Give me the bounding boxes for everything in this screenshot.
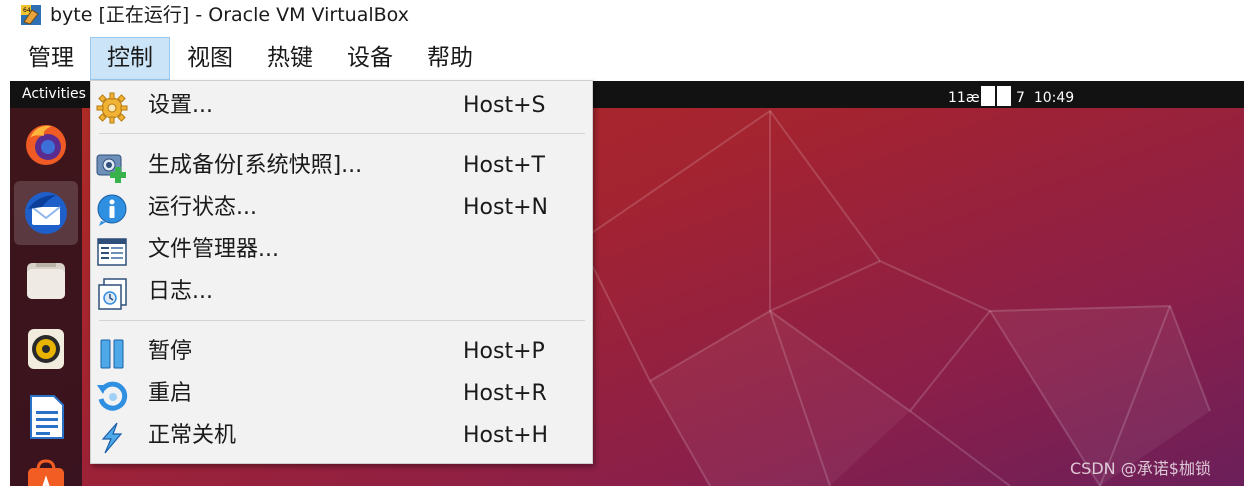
watermark-text: CSDN @承诺$枷锁	[1070, 459, 1211, 478]
menu-separator	[99, 133, 585, 134]
clock-prefix: 11æ	[948, 90, 980, 106]
thunderbird-icon[interactable]	[22, 189, 70, 237]
clock-day: 7	[1016, 90, 1025, 106]
menu-item-shortcut: Host+T	[463, 153, 545, 178]
window-titlebar: 64 byte [正在运行] - Oracle VM VirtualBox	[0, 0, 1244, 32]
menu-item-label: 重启	[148, 381, 193, 406]
missing-glyph-box	[996, 86, 1011, 106]
menu-item-pause[interactable]: 暂停 Host+P	[91, 332, 592, 374]
menu-item-label: 文件管理器...	[148, 237, 279, 262]
menu-item-take-snapshot[interactable]: 生成备份[系统快照]... Host+T	[91, 146, 592, 188]
log-icon	[98, 278, 127, 310]
menu-item-label: 生成备份[系统快照]...	[148, 153, 363, 178]
menu-item-file-manager[interactable]: 文件管理器...	[91, 230, 592, 272]
power-off-icon	[101, 422, 123, 454]
clock-time: 10:49	[1033, 90, 1075, 106]
menu-devices[interactable]: 设备	[335, 37, 405, 80]
menu-bar: 管理 控制 视图 热键 设备 帮助	[10, 37, 1244, 81]
menu-manage[interactable]: 管理	[16, 37, 86, 80]
reset-icon	[97, 381, 128, 411]
menu-help[interactable]: 帮助	[415, 37, 485, 80]
virtualbox-icon: 64	[21, 5, 41, 25]
gear-icon	[96, 92, 128, 124]
clock[interactable]: 11æ 7 10:49	[948, 86, 1074, 107]
menu-item-shortcut: Host+H	[463, 423, 549, 448]
menu-item-settings[interactable]: 设置... Host+S	[91, 86, 592, 128]
ubuntu-dock	[10, 108, 82, 486]
info-icon	[97, 194, 127, 226]
menu-item-shortcut: Host+S	[463, 93, 546, 118]
menu-item-shortcut: Host+R	[463, 381, 547, 406]
menu-item-label: 运行状态...	[148, 195, 257, 220]
menu-hotkeys[interactable]: 热键	[255, 37, 325, 80]
control-dropdown-menu: 设置... Host+S 生成备份[系统快照]... Host+T 运行状态..…	[90, 80, 593, 464]
menu-item-shortcut: Host+N	[463, 195, 548, 220]
menu-item-session-info[interactable]: 运行状态... Host+N	[91, 188, 592, 230]
software-store-icon[interactable]	[22, 458, 70, 486]
menu-item-label: 正常关机	[148, 423, 237, 448]
svg-text:64: 64	[23, 7, 31, 14]
menu-item-reset[interactable]: 重启 Host+R	[91, 374, 592, 416]
activities-button[interactable]: Activities	[22, 86, 86, 103]
menu-item-label: 暂停	[148, 339, 193, 364]
pause-icon	[100, 339, 124, 369]
menu-view[interactable]: 视图	[175, 37, 245, 80]
rhythmbox-icon[interactable]	[22, 325, 70, 373]
firefox-icon[interactable]	[22, 120, 70, 168]
file-manager-icon	[97, 238, 127, 266]
menu-item-logs[interactable]: 日志...	[91, 272, 592, 314]
menu-item-shortcut: Host+P	[463, 339, 545, 364]
menu-control[interactable]: 控制	[90, 37, 170, 80]
menu-item-label: 设置...	[148, 93, 213, 118]
libreoffice-writer-icon[interactable]	[22, 393, 70, 441]
menu-separator	[99, 320, 585, 321]
menu-item-label: 日志...	[148, 279, 213, 304]
menu-item-acpi-shutdown[interactable]: 正常关机 Host+H	[91, 416, 592, 458]
snapshot-add-icon	[96, 154, 126, 183]
window-title: byte [正在运行] - Oracle VM VirtualBox	[50, 4, 409, 26]
missing-glyph-box	[980, 86, 995, 106]
files-icon[interactable]	[22, 257, 70, 305]
